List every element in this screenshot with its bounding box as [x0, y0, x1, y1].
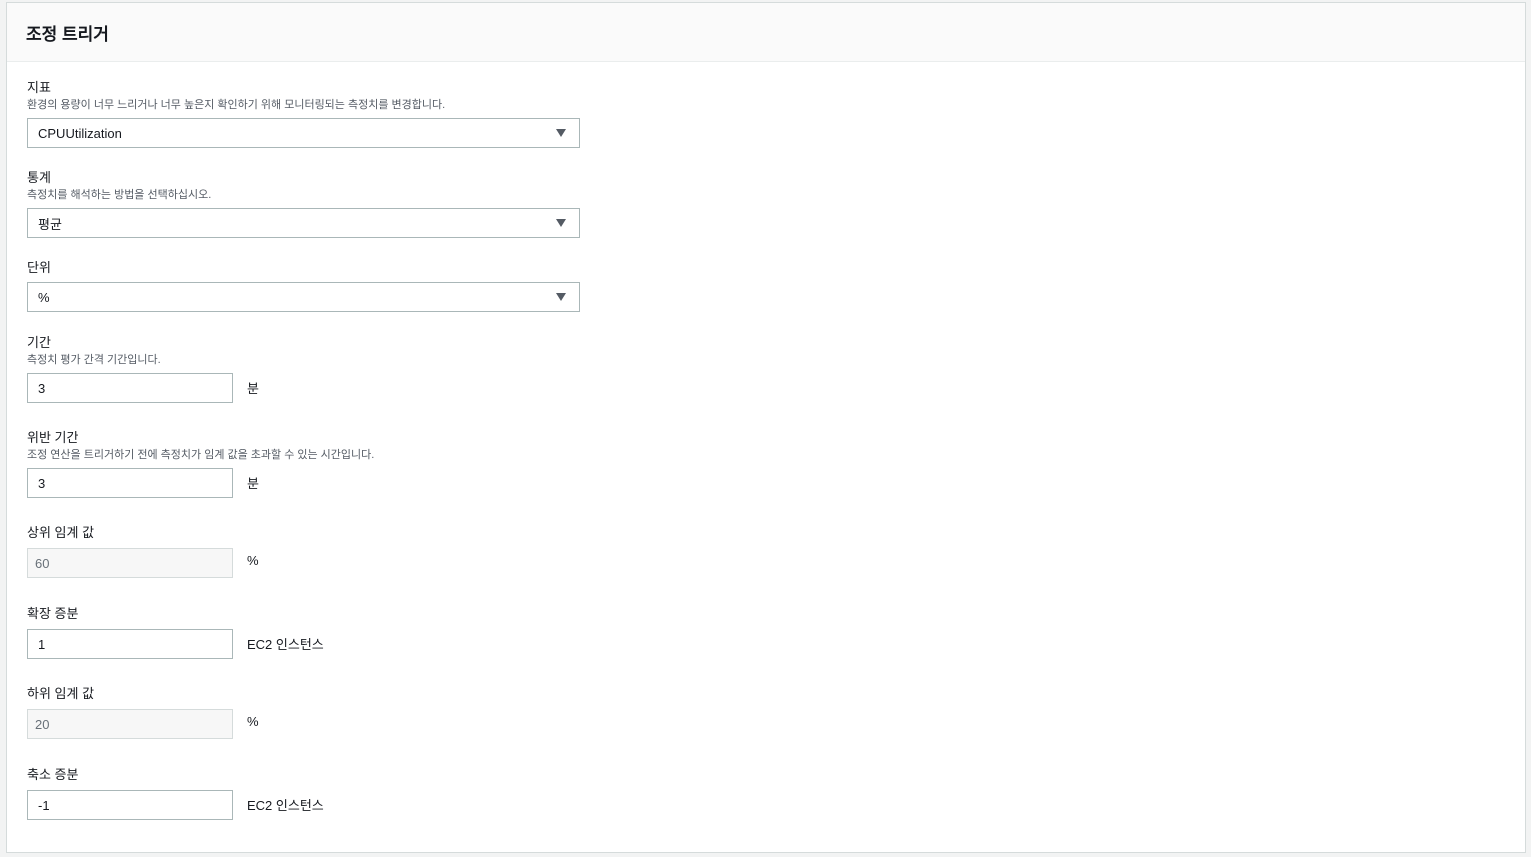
breach-duration-input[interactable]: 3 [27, 468, 233, 498]
period-input[interactable]: 3 [27, 373, 233, 403]
statistic-label: 통계 [27, 170, 51, 185]
scale-down-label: 축소 증분 [27, 767, 79, 782]
scale-up-label: 확장 증분 [27, 606, 79, 621]
lower-threshold-label: 하위 임계 값 [27, 686, 95, 701]
period-unit: 분 [247, 381, 259, 396]
statistic-description: 측정치를 해석하는 방법을 선택하십시오. [27, 189, 212, 201]
period-description: 측정치 평가 간격 기간입니다. [27, 354, 161, 366]
period-label: 기간 [27, 335, 51, 350]
upper-threshold-input[interactable]: 60 [27, 548, 233, 578]
upper-threshold-label: 상위 임계 값 [27, 525, 95, 540]
statistic-select-value: 평균 [38, 216, 62, 232]
panel-header: 조정 트리거 [7, 3, 1525, 62]
metric-description: 환경의 용량이 너무 느리거나 너무 높은지 확인하기 위해 모니터링되는 측정… [27, 99, 446, 111]
metric-label: 지표 [27, 80, 51, 95]
unit-select[interactable]: % [27, 282, 580, 312]
scale-up-input[interactable]: 1 [27, 629, 233, 659]
scale-down-field: 축소 증분 -1 EC2 인스턴스 [27, 767, 324, 820]
metric-select[interactable]: CPUUtilization [27, 118, 580, 148]
scale-up-field: 확장 증분 1 EC2 인스턴스 [27, 606, 324, 659]
breach-duration-unit: 분 [247, 476, 259, 491]
unit-label: 단위 [27, 260, 51, 275]
scaling-trigger-panel: 조정 트리거 지표 환경의 용량이 너무 느리거나 너무 높은지 확인하기 위해… [6, 2, 1526, 853]
unit-field: 단위 % [27, 260, 580, 312]
statistic-field: 통계 측정치를 해석하는 방법을 선택하십시오. 평균 [27, 170, 580, 238]
lower-threshold-unit: % [247, 714, 259, 729]
scale-up-unit: EC2 인스턴스 [247, 637, 324, 652]
metric-select-value: CPUUtilization [38, 125, 122, 141]
period-field: 기간 측정치 평가 간격 기간입니다. 3 분 [27, 335, 259, 403]
caret-down-icon [556, 219, 566, 227]
breach-duration-field: 위반 기간 조정 연산을 트리거하기 전에 측정치가 임계 값을 초과할 수 있… [27, 430, 374, 498]
breach-duration-label: 위반 기간 [27, 430, 79, 445]
metric-field: 지표 환경의 용량이 너무 느리거나 너무 높은지 확인하기 위해 모니터링되는… [27, 80, 580, 148]
scale-down-input[interactable]: -1 [27, 790, 233, 820]
panel-title: 조정 트리거 [26, 24, 109, 44]
breach-duration-description: 조정 연산을 트리거하기 전에 측정치가 임계 값을 초과할 수 있는 시간입니… [27, 449, 375, 461]
lower-threshold-input[interactable]: 20 [27, 709, 233, 739]
caret-down-icon [556, 129, 566, 137]
statistic-select[interactable]: 평균 [27, 208, 580, 238]
unit-select-value: % [38, 289, 50, 305]
lower-threshold-field: 하위 임계 값 20 % [27, 686, 259, 739]
scale-down-unit: EC2 인스턴스 [247, 798, 324, 813]
upper-threshold-field: 상위 임계 값 60 % [27, 525, 259, 578]
caret-down-icon [556, 293, 566, 301]
upper-threshold-unit: % [247, 553, 259, 568]
